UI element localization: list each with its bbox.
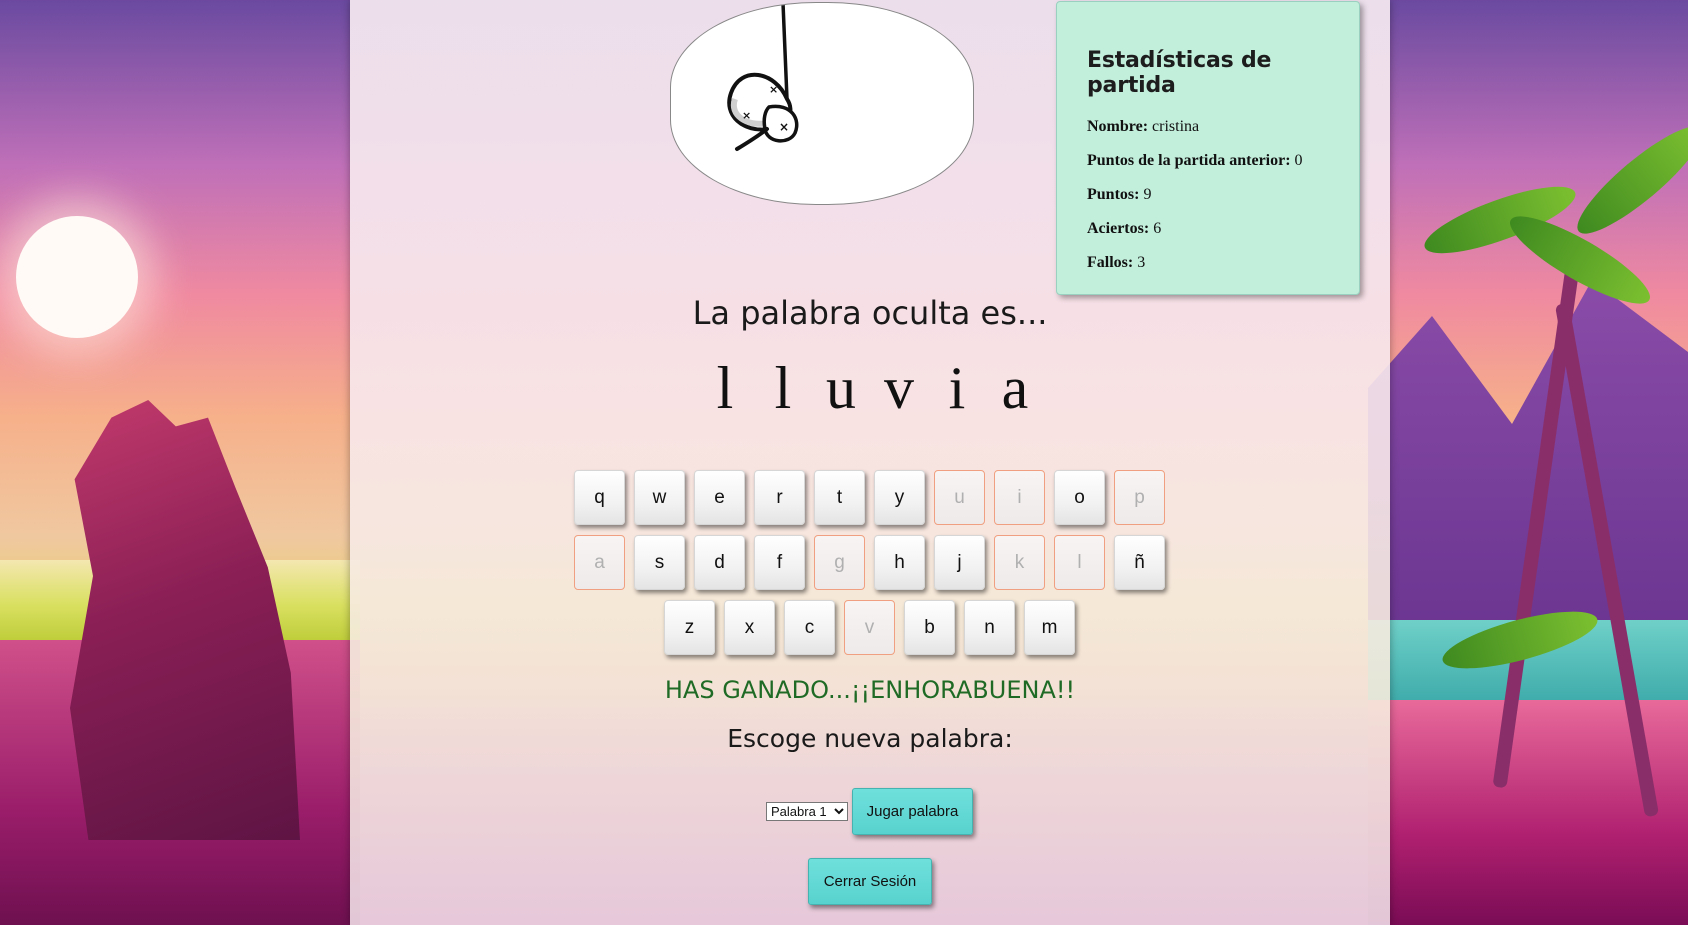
hangman-drawing: × × × xyxy=(727,3,799,151)
keyboard-row-1: qwertyuiop xyxy=(574,470,1165,526)
stat-label: Nombre: xyxy=(1087,118,1149,135)
stats-title: Estadísticas de partida xyxy=(1087,48,1272,98)
key-n[interactable]: n xyxy=(964,600,1015,655)
keyboard-row-3: zxcvbnm xyxy=(664,600,1075,656)
background-sun xyxy=(16,216,138,338)
win-message: HAS GANADO...¡¡ENHORABUENA!! xyxy=(664,676,1076,704)
stat-puntos-anterior: Puntos de la partida anterior: 0 xyxy=(1087,152,1359,186)
word-letter: l xyxy=(774,355,792,421)
stat-label: Puntos: xyxy=(1087,186,1140,203)
key-a: a xyxy=(574,535,625,590)
key-l: l xyxy=(1054,535,1105,590)
key-o[interactable]: o xyxy=(1054,470,1105,525)
word-select[interactable]: Palabra 1 xyxy=(766,802,848,821)
choose-word-label: Escoge nueva palabra: xyxy=(727,724,1013,753)
key-k: k xyxy=(994,535,1045,590)
word-letter: i xyxy=(948,355,966,421)
key-d[interactable]: d xyxy=(694,535,745,590)
stat-value: 0 xyxy=(1294,152,1303,169)
keyboard-row-2: asdfghjklñ xyxy=(574,535,1165,591)
key-e[interactable]: e xyxy=(694,470,745,525)
stats-panel: Estadísticas de partida Nombre: cristina… xyxy=(1056,1,1360,295)
key-c[interactable]: c xyxy=(784,600,835,655)
stat-value: 6 xyxy=(1153,220,1162,237)
stat-value: 9 xyxy=(1143,186,1152,203)
key-u: u xyxy=(934,470,985,525)
svg-text:×: × xyxy=(769,83,778,96)
word-letter: l xyxy=(716,355,734,421)
key-s[interactable]: s xyxy=(634,535,685,590)
hangman-frame: × × × xyxy=(670,2,974,205)
stat-value: 3 xyxy=(1137,254,1146,271)
key-x[interactable]: x xyxy=(724,600,775,655)
stat-value: cristina xyxy=(1152,118,1200,135)
key-j[interactable]: j xyxy=(934,535,985,590)
key-r[interactable]: r xyxy=(754,470,805,525)
background-rock xyxy=(70,400,300,840)
stat-aciertos: Aciertos: 6 xyxy=(1087,220,1359,254)
key-w[interactable]: w xyxy=(634,470,685,525)
stat-fallos: Fallos: 3 xyxy=(1087,254,1359,288)
key-m[interactable]: m xyxy=(1024,600,1075,655)
stat-label: Aciertos: xyxy=(1087,220,1150,237)
key-h[interactable]: h xyxy=(874,535,925,590)
hidden-word-title: La palabra oculta es... xyxy=(692,294,1048,332)
stat-label: Puntos de la partida anterior: xyxy=(1087,152,1291,169)
palm-leaf xyxy=(1565,113,1688,247)
word-letter: a xyxy=(1001,355,1029,421)
stat-nombre: Nombre: cristina xyxy=(1087,118,1359,152)
stat-puntos: Puntos: 9 xyxy=(1087,186,1359,220)
key-q[interactable]: q xyxy=(574,470,625,525)
logout-button[interactable]: Cerrar Sesión xyxy=(808,858,932,905)
word-letter: v xyxy=(884,355,914,421)
key-f[interactable]: f xyxy=(754,535,805,590)
key-y[interactable]: y xyxy=(874,470,925,525)
key-z[interactable]: z xyxy=(664,600,715,655)
key-b[interactable]: b xyxy=(904,600,955,655)
key-t[interactable]: t xyxy=(814,470,865,525)
key-ñ[interactable]: ñ xyxy=(1114,535,1165,590)
key-p: p xyxy=(1114,470,1165,525)
svg-text:×: × xyxy=(779,120,789,134)
play-word-button[interactable]: Jugar palabra xyxy=(852,788,973,835)
stat-label: Fallos: xyxy=(1087,254,1134,271)
key-v: v xyxy=(844,600,895,655)
word-letter: u xyxy=(826,355,856,421)
svg-text:×: × xyxy=(742,109,751,122)
key-g: g xyxy=(814,535,865,590)
hidden-word: lluvia xyxy=(690,354,1050,423)
key-i: i xyxy=(994,470,1045,525)
